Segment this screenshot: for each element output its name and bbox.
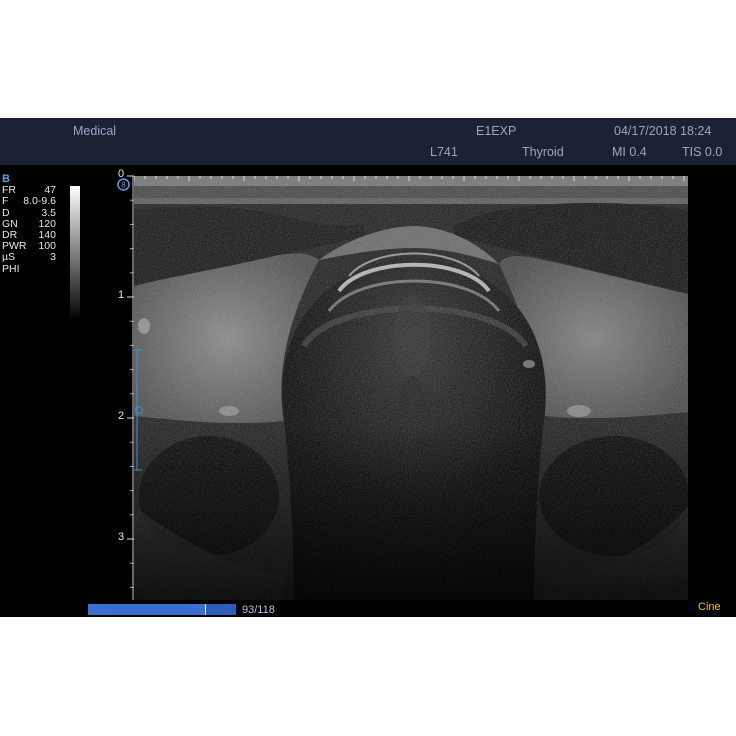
thermal-index: TIS 0.0 [682,145,723,159]
cine-progress-bar[interactable] [88,604,236,615]
depth-label: 3 [118,531,125,543]
depth-label: 1 [118,289,125,301]
cine-label: Cine [698,601,721,613]
param-row: F 8.0-9.6 [2,196,56,207]
institution-name: Medical [73,124,117,138]
depth-label: 0 [118,168,125,180]
focus-marker[interactable] [133,348,145,472]
cine-frame-marker[interactable] [204,604,206,615]
param-value: 8.0-9.6 [23,195,56,208]
imaging-parameters: B FR 47 F 8.0-9.6 D 3.5 GN 120 DR 140 PWR 100 µS 3 PHI [2,173,56,275]
cine-progress-fill [88,604,205,615]
param-value: 3 [50,251,56,264]
param-row: PHI [2,262,56,275]
depth-label: 2 [118,410,125,422]
param-label: PHI [2,262,20,275]
mechanical-index: MI 0.4 [612,145,647,159]
ultrasound-image [134,176,688,600]
probe-name: L741 [430,145,458,159]
exam-preset: Thyroid [522,145,564,159]
grayscale-bar [70,186,80,320]
param-label: µS [2,251,16,264]
date-time: 04/17/2018 18:24 [614,124,712,138]
cine-frame-count: 93/118 [242,604,275,616]
ultrasound-screen: Medical E1EXP 04/17/2018 18:24 L741 Thyr… [0,118,736,617]
param-label: F [2,195,9,208]
preset-code: E1EXP [476,124,517,138]
param-row: µS 3 [2,252,56,263]
header-bar: Medical E1EXP 04/17/2018 18:24 L741 Thyr… [0,118,736,165]
